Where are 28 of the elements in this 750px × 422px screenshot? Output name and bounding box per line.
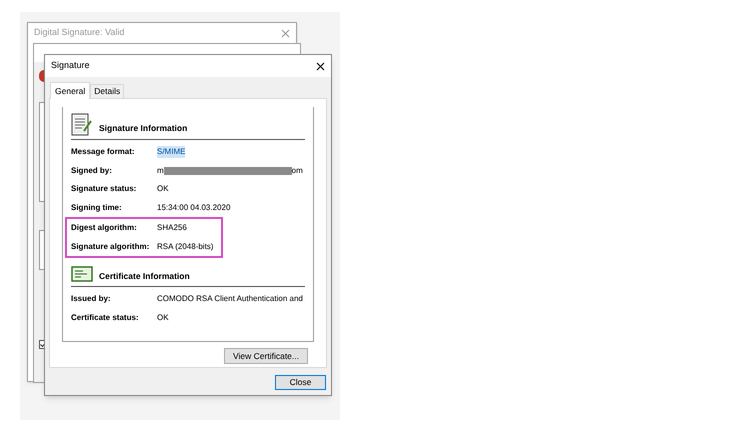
close-icon[interactable] [316, 62, 325, 70]
window-title: Signature [51, 59, 90, 72]
field-value: OK [157, 183, 169, 196]
field-value: SHA256 [157, 222, 187, 234]
field-value: 15:34:00 04.03.2020 [157, 202, 230, 214]
field-value: COMODO RSA Client Authentication and [157, 293, 303, 306]
close-button[interactable]: Close [275, 375, 326, 390]
field-value: om [292, 164, 303, 177]
field-value: OK [157, 312, 169, 324]
view-certificate-button[interactable]: View Certificate... [224, 348, 308, 364]
field-label: Certificate status: [71, 312, 140, 324]
certificate-icon [71, 266, 93, 282]
field-label: Signing time: [71, 202, 123, 214]
tab[interactable]: General [50, 82, 90, 99]
tab[interactable]: Details [90, 84, 124, 98]
field-label: Digest algorithm: [71, 222, 138, 234]
document-icon [71, 113, 93, 137]
field-label: Issued by: [71, 293, 112, 306]
section-heading: Certificate Information [99, 270, 190, 282]
field-label: Message format: [71, 146, 136, 158]
field-label: Signature algorithm: [71, 240, 150, 253]
field-value: RSA (2048-bits) [157, 240, 214, 253]
selected-text: S/MIME [157, 146, 186, 158]
window-title: Digital Signature: Valid [34, 26, 124, 40]
field-label: Signed by: [71, 164, 113, 177]
section-heading: Signature Information [99, 122, 188, 134]
field-label: Signature status: [71, 183, 138, 196]
field-value: m [157, 164, 164, 177]
